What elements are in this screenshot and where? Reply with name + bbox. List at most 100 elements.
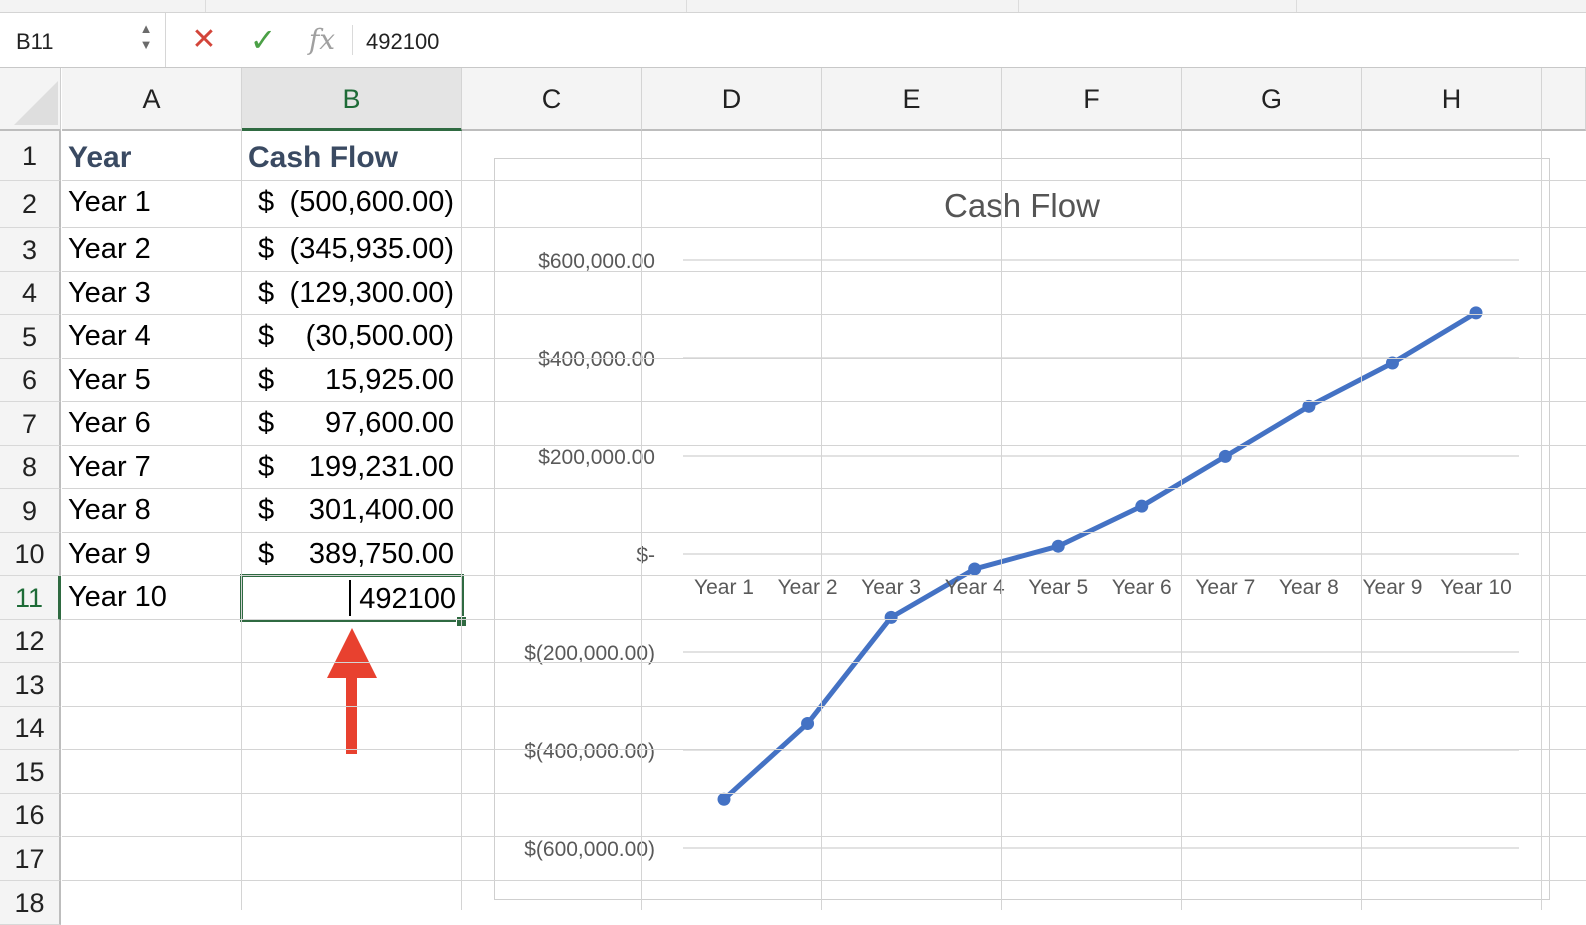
column-header-f[interactable]: F	[1002, 68, 1182, 131]
row-gridline	[62, 488, 1586, 489]
row-header-16[interactable]: 16	[0, 794, 61, 837]
cell-a3[interactable]: Year 2	[68, 228, 151, 271]
x-tick-label: Year 9	[1362, 576, 1422, 599]
cell-b6[interactable]: $15,925.00	[242, 359, 462, 402]
row-header-15[interactable]: 15	[0, 750, 61, 794]
cell-b10[interactable]: $389,750.00	[242, 533, 462, 576]
text-cursor	[349, 580, 351, 616]
insert-function-button[interactable]: fx	[304, 21, 340, 59]
cell-b2[interactable]: $ (500,600.00)	[242, 181, 462, 224]
cell-b1[interactable]: Cash Flow	[248, 136, 398, 179]
cancel-button[interactable]: ✕	[188, 21, 220, 59]
x-tick-label: Year 7	[1195, 576, 1255, 599]
annotation-arrow-head	[327, 628, 377, 678]
line-chart[interactable]: Cash Flow $600,000.00 $400,000.00 $200,000.…	[494, 158, 1550, 900]
currency-symbol: $	[258, 538, 275, 570]
row-gridline	[62, 180, 1586, 181]
y-tick-label: $600,000.00	[538, 250, 655, 273]
row-gridline	[62, 401, 1586, 402]
x-tick-label: Year 8	[1279, 576, 1339, 599]
enter-button[interactable]: ✓	[246, 21, 280, 59]
row-header-6[interactable]: 6	[0, 359, 61, 402]
column-header-c[interactable]: C	[462, 68, 642, 131]
cash-flow-amount: 97,600.00	[324, 407, 454, 439]
row-header-11[interactable]: 11	[0, 576, 61, 620]
data-point-marker	[1218, 449, 1232, 463]
data-point-marker	[1135, 499, 1149, 513]
row-header-13[interactable]: 13	[0, 663, 61, 707]
cash-flow-amount: 15,925.00	[324, 364, 454, 396]
cell-b7[interactable]: $97,600.00	[242, 402, 462, 445]
cell-b9[interactable]: $301,400.00	[242, 489, 462, 532]
cash-flow-amount: 199,231.00	[308, 451, 454, 483]
formula-input[interactable]: 492100	[366, 29, 439, 55]
cell-a1[interactable]: Year	[68, 136, 131, 179]
cell-b5[interactable]: $ (30,500.00)	[242, 315, 462, 358]
cell-a8[interactable]: Year 7	[68, 446, 151, 489]
row-header-4[interactable]: 4	[0, 272, 61, 315]
row-header-17[interactable]: 17	[0, 837, 61, 881]
cell-a4[interactable]: Year 3	[68, 272, 151, 315]
cash-flow-amount: 389,750.00	[308, 538, 454, 570]
currency-symbol: $	[258, 233, 275, 265]
row-gridline	[62, 836, 1586, 837]
row-header-3[interactable]: 3	[0, 228, 61, 272]
cell-b3[interactable]: $ (345,935.00)	[242, 228, 462, 271]
column-header-d[interactable]: D	[642, 68, 822, 131]
row-header-9[interactable]: 9	[0, 489, 61, 533]
data-point-marker	[801, 717, 815, 731]
cash-flow-amount: (30,500.00)	[305, 320, 454, 352]
row-header-2[interactable]: 2	[0, 181, 61, 228]
x-tick-label: Year 3	[861, 576, 921, 599]
cell-b8[interactable]: $199,231.00	[242, 446, 462, 489]
cell-a2[interactable]: Year 1	[68, 181, 151, 224]
x-tick-label: Year 6	[1112, 576, 1172, 599]
cell-b4[interactable]: $ (129,300.00)	[242, 272, 462, 315]
select-all-triangle-icon	[14, 81, 58, 125]
chart-canvas: Cash Flow $600,000.00 $400,000.00 $200,000.…	[524, 187, 1519, 861]
ribbon-divider	[686, 0, 687, 12]
cell-a9[interactable]: Year 8	[68, 489, 151, 532]
name-box[interactable]: B11 ▲ ▼	[0, 13, 166, 67]
row-gridline	[62, 880, 1586, 881]
formula-bar: B11 ▲ ▼ ✕ ✓ fx 492100	[0, 13, 1586, 68]
chart-title: Cash Flow	[944, 187, 1100, 224]
row-gridline	[62, 271, 1586, 272]
row-gridline	[62, 227, 1586, 228]
row-gridline	[62, 793, 1586, 794]
row-gridline	[62, 532, 1586, 533]
row-header-12[interactable]: 12	[0, 620, 61, 663]
x-tick-label: Year 1	[694, 576, 754, 599]
column-header-e[interactable]: E	[822, 68, 1002, 131]
cell-a10[interactable]: Year 9	[68, 533, 151, 576]
cell-a11[interactable]: Year 10	[68, 576, 167, 619]
column-header-i-partial[interactable]	[1542, 68, 1586, 131]
row-gridline	[62, 314, 1586, 315]
cell-a6[interactable]: Year 5	[68, 359, 151, 402]
cell-a5[interactable]: Year 4	[68, 315, 151, 358]
currency-symbol: $	[258, 494, 275, 526]
column-header-a[interactable]: A	[62, 68, 242, 131]
row-header-14[interactable]: 14	[0, 707, 61, 750]
name-box-value[interactable]: B11	[16, 29, 54, 55]
column-header-h[interactable]: H	[1362, 68, 1542, 131]
currency-symbol: $	[258, 320, 275, 352]
row-header-10[interactable]: 10	[0, 533, 61, 576]
row-header-5[interactable]: 5	[0, 315, 61, 359]
row-gridline	[62, 445, 1586, 446]
ribbon-divider	[1018, 0, 1019, 12]
row-header-1[interactable]: 1	[0, 131, 61, 181]
name-box-stepper-icon[interactable]: ▲ ▼	[138, 21, 154, 59]
row-header-7[interactable]: 7	[0, 402, 61, 446]
cell-a7[interactable]: Year 6	[68, 402, 151, 445]
row-header-8[interactable]: 8	[0, 446, 61, 489]
row-gridline	[62, 662, 1586, 663]
row-header-18[interactable]: 18	[0, 881, 61, 925]
column-header-g[interactable]: G	[1182, 68, 1362, 131]
row-gridline	[62, 575, 1586, 576]
select-all-corner[interactable]	[0, 68, 61, 131]
currency-symbol: $	[258, 451, 275, 483]
y-tick-label: $-	[636, 544, 655, 567]
row-gridline	[62, 619, 1586, 620]
column-header-b[interactable]: B	[242, 68, 462, 131]
